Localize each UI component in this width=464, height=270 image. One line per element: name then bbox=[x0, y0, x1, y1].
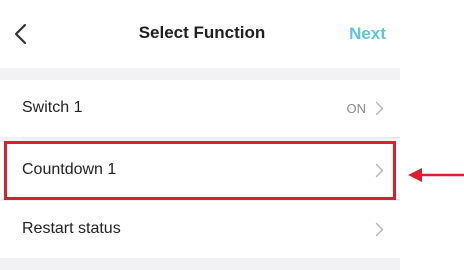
function-row-countdown-1[interactable]: Countdown 1 bbox=[0, 142, 400, 199]
app-screen: Select Function Next Switch 1 ON Countdo… bbox=[0, 0, 400, 270]
row-value: ON bbox=[346, 101, 367, 116]
navigation-bar: Select Function Next bbox=[0, 0, 400, 68]
function-row-restart-status[interactable]: Restart status bbox=[0, 201, 400, 258]
arrow-left-icon bbox=[408, 165, 464, 185]
row-label: Switch 1 bbox=[22, 99, 83, 116]
chevron-right-icon bbox=[375, 222, 384, 237]
chevron-right-icon bbox=[375, 163, 384, 178]
next-button[interactable]: Next bbox=[349, 24, 386, 44]
row-divider bbox=[22, 137, 400, 138]
chevron-right-icon bbox=[375, 101, 384, 116]
page-title: Select Function bbox=[138, 23, 266, 42]
row-divider bbox=[22, 199, 400, 200]
function-row-switch-1[interactable]: Switch 1 ON bbox=[0, 80, 400, 137]
chevron-left-icon bbox=[10, 20, 34, 48]
row-label: Restart status bbox=[22, 220, 121, 237]
page: Select Function Next Switch 1 ON Countdo… bbox=[0, 0, 464, 270]
row-label: Countdown 1 bbox=[22, 161, 117, 178]
back-button[interactable] bbox=[10, 20, 34, 48]
